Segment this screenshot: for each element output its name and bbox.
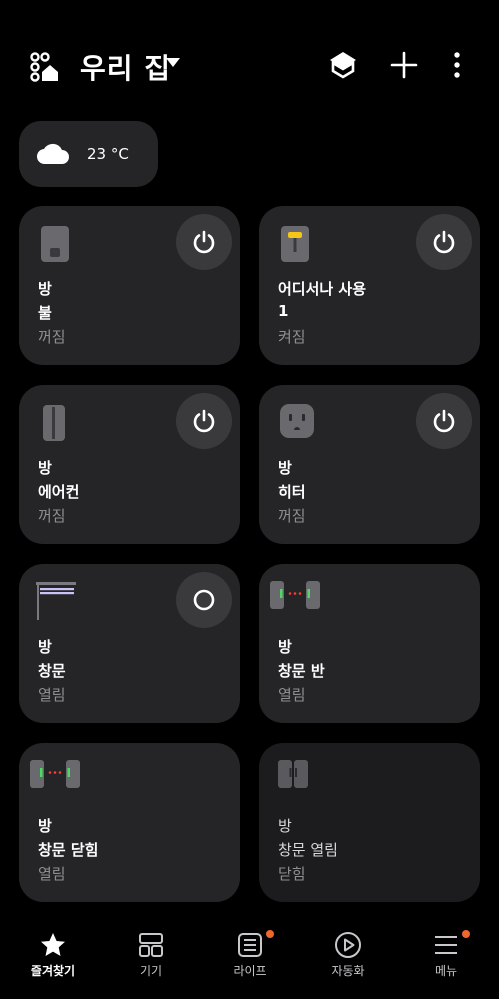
device-name: 창문 [38, 662, 66, 680]
device-name: 창문 열림 [278, 841, 338, 859]
device-state: 꺼짐 [38, 328, 66, 346]
power-button[interactable] [416, 393, 472, 449]
device-name: 창문 닫힘 [38, 841, 99, 859]
device-name: 불 [38, 304, 52, 322]
blind-icon [35, 580, 77, 626]
device-room: 방 [278, 817, 292, 835]
nav-menu[interactable]: 메뉴 [396, 930, 496, 990]
smartthings-logo-icon[interactable] [30, 52, 60, 82]
weather-card[interactable]: 23 °C [19, 121, 158, 187]
device-state: 열림 [278, 686, 306, 704]
nav-label: 라이프 [233, 964, 267, 978]
power-button[interactable] [416, 214, 472, 270]
window-control-button[interactable] [176, 572, 232, 628]
device-room: 방 [38, 459, 52, 477]
nav-automation[interactable]: 자동화 [298, 930, 398, 990]
device-state: 열림 [38, 865, 66, 883]
nav-devices[interactable]: 기기 [101, 930, 201, 990]
home-monitor-icon[interactable] [325, 47, 361, 83]
device-card-window-closed-sensor[interactable]: 방 창문 닫힘 열림 [19, 743, 240, 902]
devices-grid-icon [136, 930, 166, 960]
power-button[interactable] [176, 214, 232, 270]
notification-badge [462, 930, 470, 938]
device-card-switch[interactable]: 어디서나 사용 1 켜짐 [259, 206, 480, 365]
cloud-icon [36, 140, 70, 170]
star-icon [38, 930, 68, 960]
device-name: 창문 반 [278, 662, 325, 680]
device-room: 방 [278, 638, 292, 656]
bottom-navigation: 즐겨찾기 기기 라이프 자동화 메뉴 [0, 920, 499, 999]
contact-sensor-open-icon [269, 580, 321, 614]
air-conditioner-icon [39, 403, 71, 447]
notification-badge [266, 930, 274, 938]
contact-sensor-closed-icon [277, 759, 311, 793]
more-options-icon[interactable] [439, 47, 475, 83]
power-button[interactable] [176, 393, 232, 449]
device-state: 켜짐 [278, 328, 306, 346]
add-icon[interactable] [386, 47, 422, 83]
power-icon [433, 230, 455, 254]
outlet-icon [279, 403, 315, 443]
nav-life[interactable]: 라이프 [200, 930, 300, 990]
device-room: 방 [38, 817, 52, 835]
device-name: 1 [278, 302, 289, 320]
device-room: 어디서나 사용 [278, 280, 367, 298]
device-name: 에어컨 [38, 483, 80, 501]
chevron-down-icon[interactable] [166, 58, 180, 67]
switch-on-icon [279, 224, 311, 268]
life-icon [235, 930, 265, 960]
nav-label: 기기 [139, 964, 163, 978]
home-title[interactable]: 우리 집 [80, 47, 171, 87]
circle-icon [193, 589, 215, 611]
device-room: 방 [38, 280, 52, 298]
menu-icon [431, 930, 461, 960]
device-name: 히터 [278, 483, 306, 501]
device-card-light[interactable]: 방 불 꺼짐 [19, 206, 240, 365]
contact-sensor-open-icon [29, 759, 81, 793]
device-state: 열림 [38, 686, 66, 704]
device-card-window-open-sensor[interactable]: 방 창문 열림 닫힘 [259, 743, 480, 902]
power-icon [193, 409, 215, 433]
device-card-window-half[interactable]: 방 창문 반 열림 [259, 564, 480, 723]
nav-label: 즐겨찾기 [30, 964, 76, 978]
device-card-air-conditioner[interactable]: 방 에어컨 꺼짐 [19, 385, 240, 544]
device-card-window-blind[interactable]: 방 창문 열림 [19, 564, 240, 723]
switch-off-icon [39, 224, 71, 268]
device-room: 방 [38, 638, 52, 656]
header: 우리 집 [0, 0, 499, 130]
nav-label: 자동화 [331, 964, 365, 978]
power-icon [433, 409, 455, 433]
play-circle-icon [333, 930, 363, 960]
temperature-label: 23 °C [87, 145, 129, 163]
device-state: 꺼짐 [278, 507, 306, 525]
device-card-heater[interactable]: 방 히터 꺼짐 [259, 385, 480, 544]
device-state: 꺼짐 [38, 507, 66, 525]
nav-label: 메뉴 [434, 964, 458, 978]
nav-favorites[interactable]: 즐겨찾기 [3, 930, 103, 990]
device-state: 닫힘 [278, 865, 306, 883]
power-icon [193, 230, 215, 254]
device-room: 방 [278, 459, 292, 477]
